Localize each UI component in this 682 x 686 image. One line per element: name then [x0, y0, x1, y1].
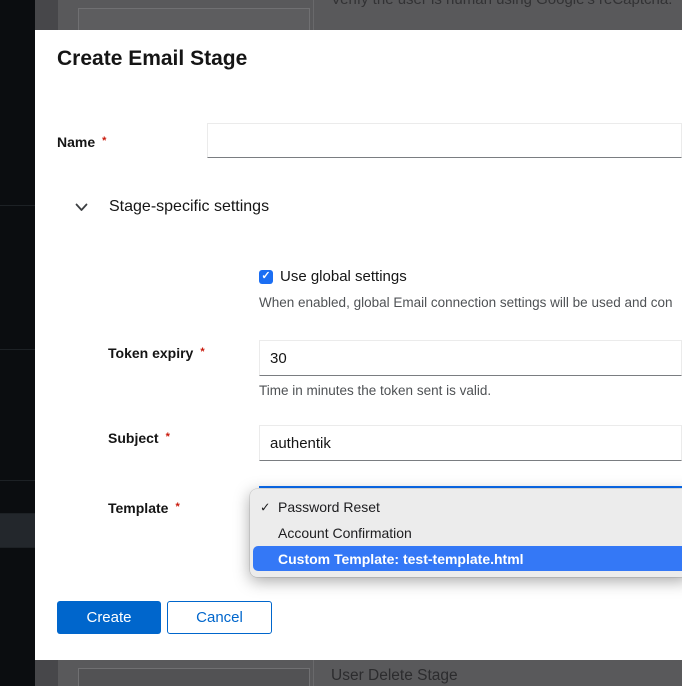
background-gutter — [35, 660, 58, 686]
template-dropdown: ✓ Password Reset Account Confirmation Cu… — [250, 489, 682, 577]
app-sidebar — [0, 0, 35, 686]
app-root: Verify the user is human using Google's … — [0, 0, 682, 686]
modal-title: Create Email Stage — [57, 47, 247, 71]
dropdown-option-account-confirmation[interactable]: Account Confirmation — [250, 520, 682, 546]
sidebar-divider — [0, 480, 35, 481]
use-global-settings-help: When enabled, global Email connection se… — [259, 295, 682, 310]
template-label: Template* — [108, 500, 180, 516]
sidebar-divider — [0, 205, 35, 206]
chevron-down-icon — [75, 203, 88, 212]
create-button[interactable]: Create — [57, 601, 161, 634]
template-required-asterisk: * — [175, 501, 179, 513]
background-column-divider — [313, 660, 314, 686]
name-label: Name* — [57, 134, 106, 150]
token-expiry-input[interactable] — [259, 340, 682, 376]
section-label: Stage-specific settings — [109, 198, 269, 216]
use-global-settings-label: Use global settings — [280, 268, 407, 285]
background-column-divider — [313, 0, 314, 30]
use-global-settings-row: ✓ Use global settings — [259, 268, 407, 285]
subject-input[interactable] — [259, 425, 682, 461]
subject-label: Subject* — [108, 430, 170, 446]
name-input[interactable] — [207, 123, 682, 158]
cancel-button[interactable]: Cancel — [167, 601, 272, 634]
background-recaptcha-text: Verify the user is human using Google's … — [331, 0, 672, 8]
checkbox-check-icon: ✓ — [261, 271, 270, 282]
token-expiry-label: Token expiry* — [108, 345, 205, 361]
sidebar-divider — [0, 547, 35, 548]
sidebar-divider — [0, 349, 35, 350]
dimmed-background-top: Verify the user is human using Google's … — [35, 0, 682, 30]
token-expiry-help: Time in minutes the token sent is valid. — [259, 383, 682, 398]
sidebar-active-item — [0, 513, 35, 547]
create-email-stage-modal: Create Email Stage Name* Stage-specific … — [35, 30, 682, 660]
dropdown-option-custom-template[interactable]: Custom Template: test-template.html — [253, 546, 682, 571]
token-expiry-required-asterisk: * — [200, 346, 204, 358]
selected-check-icon: ✓ — [260, 500, 270, 515]
subject-required-asterisk: * — [166, 431, 170, 443]
name-required-asterisk: * — [102, 135, 106, 147]
background-form-box — [78, 668, 310, 686]
background-form-box — [78, 8, 310, 30]
dimmed-background-bottom: User Delete Stage — [35, 660, 682, 686]
background-gutter — [35, 0, 58, 30]
sidebar-divider — [0, 513, 35, 514]
template-select-focus-border — [259, 486, 682, 488]
use-global-settings-checkbox[interactable]: ✓ — [259, 270, 273, 284]
dropdown-option-password-reset[interactable]: ✓ Password Reset — [250, 494, 682, 520]
stage-specific-settings-toggle[interactable]: Stage-specific settings — [75, 198, 269, 216]
background-user-delete-stage: User Delete Stage — [331, 667, 458, 685]
